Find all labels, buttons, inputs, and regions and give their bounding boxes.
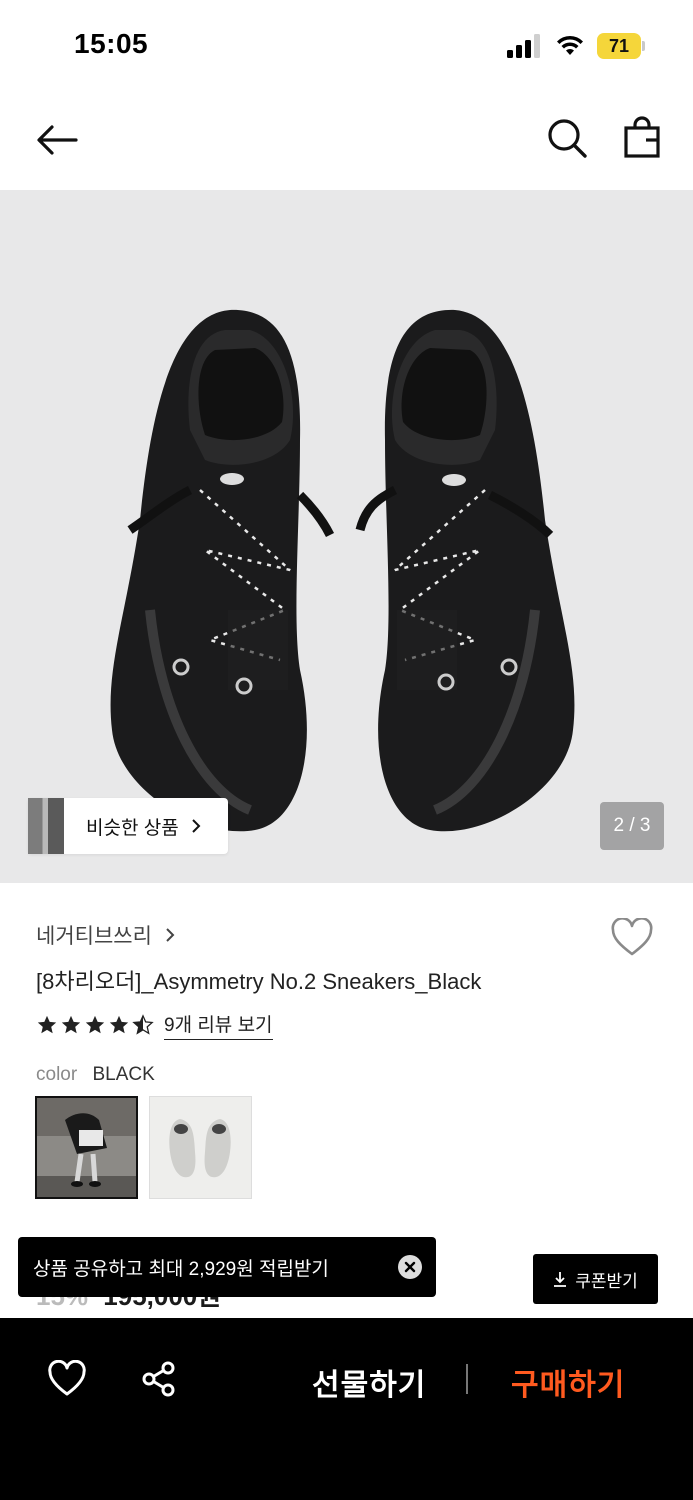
color-option-row: color BLACK (36, 1064, 155, 1086)
status-time: 15:05 (74, 28, 149, 59)
cellular-signal-icon (507, 34, 540, 58)
download-icon (554, 1272, 567, 1287)
back-arrow-icon[interactable] (32, 116, 80, 164)
gift-button[interactable]: 선물하기 (312, 1360, 426, 1404)
product-image-sneakers (110, 309, 575, 832)
shopping-bag-icon[interactable] (620, 116, 664, 160)
coupon-label: 쿠폰받기 (575, 1271, 638, 1291)
chevron-right-icon (166, 928, 175, 942)
heart-icon[interactable] (610, 918, 654, 958)
similar-products-thumbnail (28, 798, 64, 854)
star-icon (85, 1015, 105, 1034)
bottom-action-bar: 선물하기 구매하기 (0, 1318, 693, 1500)
coupon-download-button[interactable]: 쿠폰받기 (533, 1254, 658, 1304)
battery-level: 71 (597, 33, 641, 59)
search-icon[interactable] (545, 116, 589, 160)
color-swatch[interactable] (149, 1096, 252, 1199)
product-title: [8차리오더]_Asymmetry No.2 Sneakers_Black (36, 969, 482, 994)
rating-row: 9개 리뷰 보기 (36, 1010, 273, 1040)
toast-text: 상품 공유하고 최대 2,929원 적립받기 (33, 1258, 329, 1280)
color-swatch-selected[interactable] (35, 1096, 138, 1199)
review-link[interactable]: 9개 리뷰 보기 (164, 1010, 273, 1040)
wifi-icon (557, 35, 583, 55)
top-nav-bar (0, 92, 693, 190)
similar-products-label: 비슷한 상품 (86, 817, 179, 839)
star-icon (37, 1015, 57, 1034)
star-icon (61, 1015, 81, 1034)
rating-stars (36, 1014, 154, 1036)
share-icon[interactable] (140, 1360, 178, 1398)
color-label: color (36, 1064, 78, 1085)
share-reward-toast[interactable]: 상품 공유하고 최대 2,929원 적립받기 (18, 1237, 436, 1297)
buy-button[interactable]: 구매하기 (511, 1360, 625, 1404)
swatch-photo-white-sneakers (150, 1097, 251, 1198)
divider (466, 1364, 468, 1394)
brand-link[interactable]: 네거티브쓰리 (36, 920, 176, 950)
close-icon[interactable] (398, 1255, 422, 1279)
brand-name: 네거티브쓰리 (36, 925, 152, 948)
heart-icon[interactable] (47, 1360, 87, 1398)
chevron-right-icon (191, 819, 201, 833)
half-star-icon (132, 1014, 154, 1035)
product-image-gallery[interactable]: 비슷한 상품 2 / 3 (0, 190, 693, 883)
similar-products-button[interactable]: 비슷한 상품 (28, 798, 228, 854)
color-value: BLACK (92, 1064, 155, 1085)
battery-icon: 71 (597, 33, 645, 59)
image-page-indicator: 2 / 3 (600, 802, 664, 850)
star-icon (109, 1015, 129, 1034)
swatch-photo-model (37, 1098, 136, 1197)
status-bar: 15:05 71 (0, 0, 693, 92)
